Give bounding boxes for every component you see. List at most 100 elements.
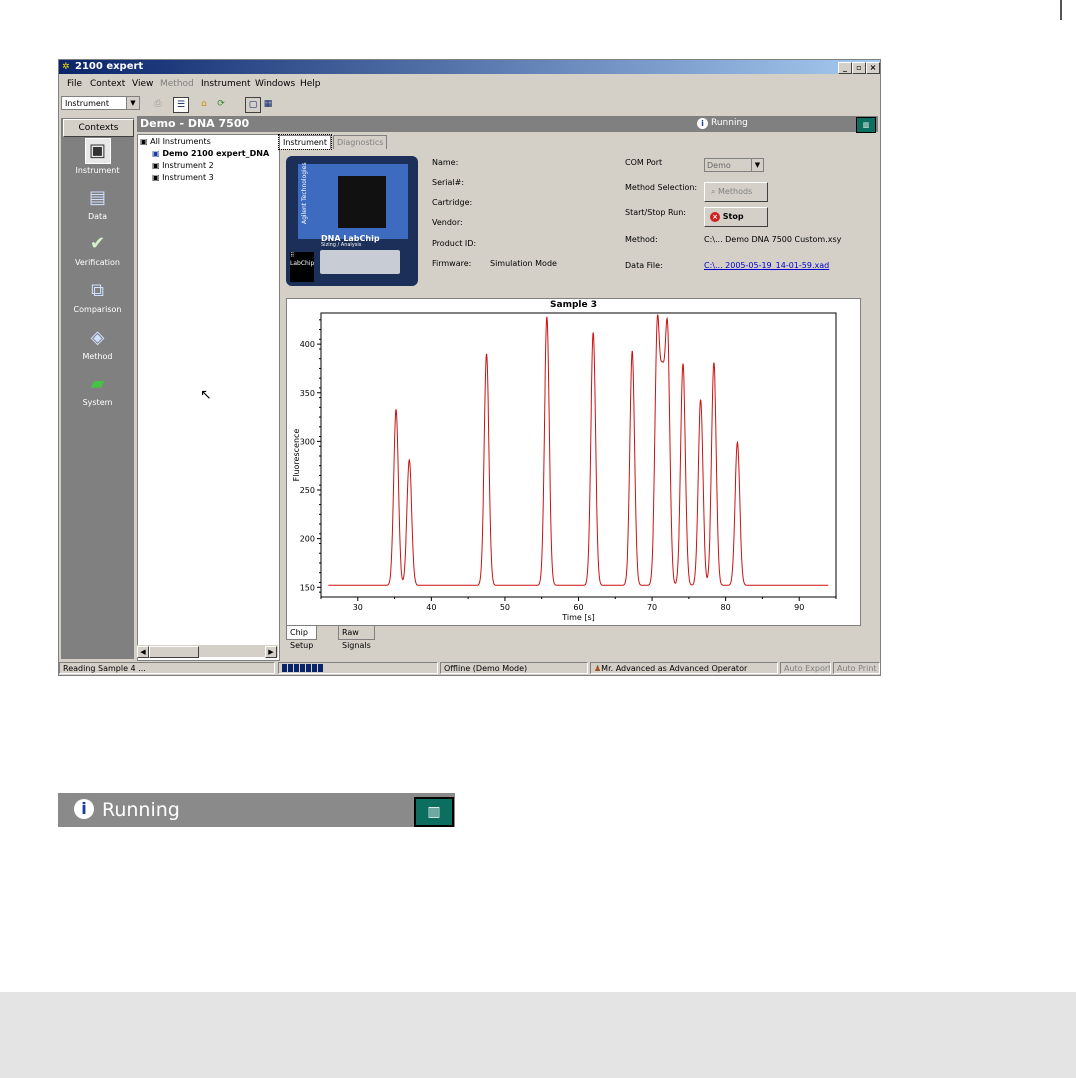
contexts-panel: Contexts ▣ Instrument ▤ Data ✔ Verificat…	[61, 118, 134, 659]
instrument-icon: ▣	[152, 173, 160, 182]
menu-file[interactable]: File	[67, 79, 82, 89]
tab-instrument[interactable]: Instrument	[277, 134, 333, 150]
context-label: Verification	[75, 258, 120, 267]
chip-window	[320, 250, 400, 274]
x-tick-label: 90	[794, 603, 804, 612]
instrument-header: Demo - DNA 7500 i Running ▥	[137, 116, 878, 133]
data-file-link[interactable]: C:\... 2005-05-19_14-01-59.xad	[704, 261, 829, 270]
tree-item-label: Demo 2100 expert_DNA	[162, 149, 270, 158]
menu-context[interactable]: Context	[90, 79, 125, 89]
x-tick-label: 50	[500, 603, 510, 612]
context-comparison[interactable]: ⧉ Comparison	[61, 279, 134, 314]
chip-sub: Sizing / Analysis	[321, 242, 362, 248]
minimize-button[interactable]: _	[838, 62, 852, 74]
status-zoom: i Running ▥	[58, 793, 455, 827]
y-axis-label: Fluorescence	[292, 429, 301, 482]
labchip-logo: ⠿ LabChip	[290, 252, 314, 282]
data-file-label: Data File:	[625, 261, 663, 270]
context-select[interactable]: Instrument ▼	[61, 96, 140, 110]
toolbar: Instrument ▼ ⎙ ☰ ⌂ ⟳ ▢ ▦	[59, 94, 880, 114]
tree-root[interactable]: ▣ All Instruments	[140, 137, 211, 146]
refresh-icon[interactable]: ⟳	[214, 97, 228, 111]
menu-instrument[interactable]: Instrument	[201, 79, 251, 89]
run-status: Running	[711, 118, 748, 128]
method-value: C:\... Demo DNA 7500 Custom.xsy	[704, 235, 842, 244]
progress-bar	[278, 662, 438, 674]
instrument-status-icon: ▥	[414, 797, 454, 827]
zoom-status-text: Running	[102, 799, 180, 821]
instrument-tree-icon: ▣	[140, 137, 148, 146]
chip-wells	[338, 176, 386, 228]
y-tick-label: 350	[300, 389, 315, 398]
folder-up-icon[interactable]: ⌂	[197, 97, 211, 111]
context-label: Instrument	[75, 166, 120, 175]
grid-view-icon[interactable]: ▦	[261, 97, 275, 111]
menu-method[interactable]: Method	[160, 79, 194, 89]
y-tick-label: 150	[300, 583, 315, 592]
tree-item[interactable]: ▣ Instrument 2	[152, 161, 214, 170]
tree-view-icon[interactable]: ☰	[173, 97, 189, 113]
chip-panel	[298, 164, 408, 239]
page-edge-rule	[1060, 0, 1062, 20]
chip-image: Agilent Technologies DNA LabChip Sizing …	[286, 156, 418, 286]
electropherogram-chart: Sample 3 150 200 250 300 350 400 30 40 50 60 70 80 9…	[286, 298, 861, 626]
title-bar: ✲ 2100 expert _ ▫ ×	[59, 60, 880, 74]
app-icon: ✲	[62, 62, 70, 72]
close-button[interactable]: ×	[866, 62, 880, 74]
chip-vendor-label: Agilent Technologies	[301, 162, 308, 224]
context-label: Comparison	[73, 305, 122, 314]
scroll-left-icon[interactable]: ◀	[137, 646, 149, 658]
context-data[interactable]: ▤ Data	[61, 186, 134, 221]
tree-root-label: All Instruments	[150, 137, 211, 146]
menu-view[interactable]: View	[132, 79, 153, 89]
firmware-value: Simulation Mode	[490, 259, 557, 268]
method-selection-label: Method Selection:	[625, 183, 698, 192]
instrument-icon: ▣	[84, 138, 111, 164]
x-axis-label: Time [s]	[561, 613, 595, 622]
context-method[interactable]: ◈ Method	[61, 326, 134, 361]
y-tick-label: 400	[300, 340, 315, 349]
auto-print-status: Auto Print	[833, 662, 880, 674]
name-label: Name:	[432, 158, 459, 167]
com-port-select[interactable]: Demo ▼	[704, 158, 764, 172]
instrument-status-icon: ▥	[856, 117, 876, 133]
print-icon[interactable]: ⎙	[151, 97, 165, 111]
x-tick-label: 60	[573, 603, 583, 612]
instrument-icon: ▣	[152, 161, 160, 170]
scroll-right-icon[interactable]: ▶	[265, 646, 277, 658]
stop-button[interactable]: × Stop	[704, 207, 768, 227]
context-instrument[interactable]: ▣ Instrument	[61, 138, 134, 175]
tab-chip-setup[interactable]: Chip Setup	[286, 626, 318, 650]
tree-item[interactable]: ▣ Demo 2100 expert_DNA	[152, 149, 269, 158]
chevron-down-icon: ▼	[751, 159, 763, 171]
menu-windows[interactable]: Windows	[255, 79, 295, 89]
tab-diagnostics[interactable]: Diagnostics	[333, 135, 388, 149]
data-icon: ▤	[88, 187, 106, 208]
tree-item[interactable]: ▣ Instrument 3	[152, 173, 214, 182]
comparison-icon: ⧉	[91, 280, 104, 301]
context-verification[interactable]: ✔ Verification	[61, 232, 134, 267]
cartridge-label: Cartridge:	[432, 198, 473, 207]
serial-label: Serial#:	[432, 178, 465, 187]
menu-help[interactable]: Help	[300, 79, 321, 89]
y-tick-label: 300	[300, 437, 315, 446]
x-tick-label: 40	[426, 603, 436, 612]
scroll-thumb[interactable]	[149, 646, 199, 658]
window-title: 2100 expert	[75, 61, 144, 72]
x-tick-label: 80	[721, 603, 731, 612]
single-view-icon[interactable]: ▢	[245, 97, 261, 113]
stop-button-label: Stop	[722, 212, 744, 221]
com-port-label: COM Port	[625, 158, 663, 167]
x-tick-label: 70	[647, 603, 657, 612]
instrument-title: Demo - DNA 7500	[140, 117, 250, 130]
search-icon: ⌕	[711, 187, 716, 196]
context-system[interactable]: ▰ System	[61, 372, 134, 407]
user-status-label: Mr. Advanced as Advanced Operator	[601, 664, 748, 673]
tab-raw-signals[interactable]: Raw Signals	[338, 626, 375, 650]
methods-button[interactable]: ⌕ Methods	[704, 182, 768, 202]
tree-scrollbar[interactable]: ◀ ▶	[137, 645, 278, 658]
contexts-header: Contexts	[63, 119, 134, 137]
maximize-button[interactable]: ▫	[852, 62, 866, 74]
method-icon: ◈	[90, 327, 105, 348]
stop-icon: ×	[710, 211, 720, 222]
